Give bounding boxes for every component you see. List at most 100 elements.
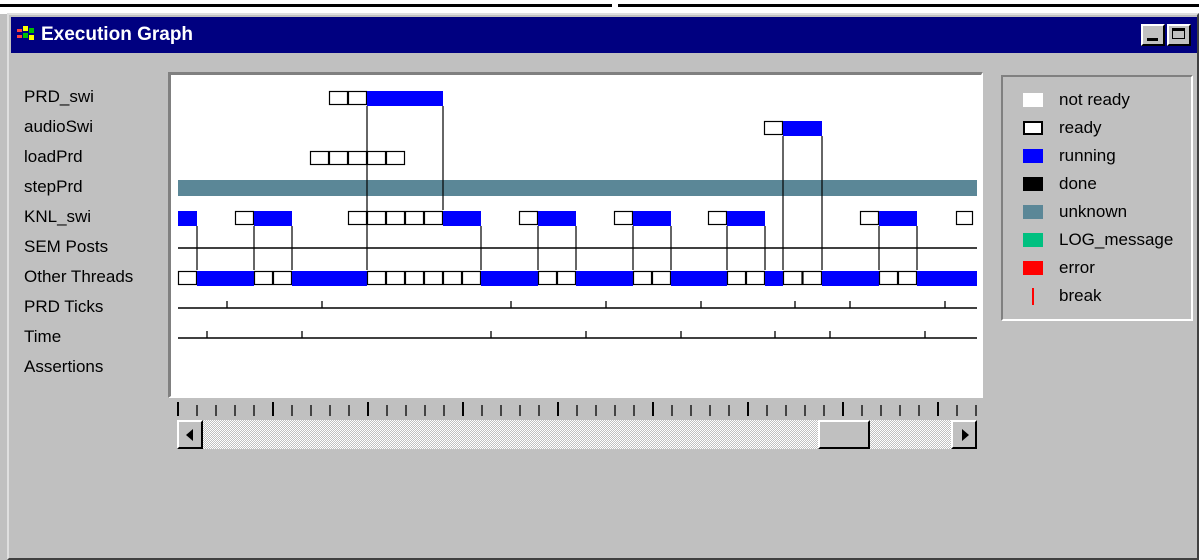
row-label-other-threads: Other Threads (24, 267, 134, 286)
running-segment (727, 211, 765, 226)
running-segment (576, 271, 633, 286)
not-ready-swatch-icon (1023, 93, 1043, 107)
ready-segment (234, 210, 255, 226)
running-segment (633, 211, 671, 226)
background-window-border (0, 4, 612, 7)
title-bar[interactable]: Execution Graph (11, 17, 1197, 53)
unknown-segment (178, 180, 977, 196)
ready-segment (309, 150, 330, 166)
ready-segment (632, 270, 653, 286)
minimize-button[interactable] (1141, 24, 1165, 46)
ready-segment (328, 90, 349, 106)
row-label-loadprd: loadPrd (24, 147, 83, 166)
running-segment (197, 271, 254, 286)
running-segment (765, 271, 783, 286)
row-label-audioswi: audioSwi (24, 117, 93, 136)
row-label-knl-swi: KNL_swi (24, 207, 92, 226)
running-segment (879, 211, 917, 226)
background-window-border (618, 4, 1199, 7)
running-segment (822, 271, 879, 286)
scroll-left-arrow-icon (186, 429, 193, 441)
legend-label: done (1059, 174, 1097, 193)
running-segment (292, 271, 367, 286)
legend-label: break (1059, 286, 1102, 305)
legend-panel: not ready ready running done unknown LOG… (1001, 75, 1193, 321)
ready-swatch-icon (1023, 121, 1043, 135)
legend-label: error (1059, 258, 1095, 277)
legend-label: LOG_message (1059, 230, 1174, 249)
ready-segment (366, 210, 387, 226)
break-marker-icon (1032, 288, 1034, 305)
legend-item-done: done (1023, 173, 1193, 195)
legend-label: not ready (1059, 90, 1130, 109)
unknown-swatch-icon (1023, 205, 1043, 219)
ready-segment (366, 270, 387, 286)
ready-segment (859, 210, 880, 226)
running-segment (671, 271, 727, 286)
running-segment (178, 211, 197, 226)
row-label-assertions: Assertions (24, 357, 104, 376)
ready-segment (347, 90, 368, 106)
maximize-icon (1172, 28, 1185, 39)
execution-graph-canvas[interactable] (171, 75, 981, 396)
legend-item-break: break (1023, 285, 1193, 307)
row-label-sem-posts: SEM Posts (24, 237, 109, 256)
row-label-time: Time (24, 327, 62, 346)
window-title: Execution Graph (41, 24, 194, 45)
ready-segment (385, 150, 406, 166)
ready-segment (366, 150, 387, 166)
ready-segment (461, 270, 482, 286)
ready-segment (782, 270, 803, 286)
ready-segment (347, 210, 368, 226)
ready-segment (707, 210, 728, 226)
execution-graph-plot[interactable] (168, 72, 983, 398)
ready-segment (518, 210, 539, 226)
error-swatch-icon (1023, 261, 1043, 275)
scroll-left-button[interactable] (177, 420, 203, 449)
log-message-swatch-icon (1023, 233, 1043, 247)
ready-segment (328, 150, 349, 166)
ready-segment (763, 120, 784, 136)
ready-segment (423, 270, 444, 286)
legend-item-unknown: unknown (1023, 201, 1193, 223)
legend-item-error: error (1023, 257, 1193, 279)
ready-segment (404, 210, 425, 226)
minimize-icon (1147, 38, 1158, 41)
scroll-right-arrow-icon (962, 429, 969, 441)
ready-segment (442, 270, 463, 286)
legend-label: running (1059, 146, 1116, 165)
execution-graph-app-icon[interactable] (17, 26, 35, 42)
ready-segment (878, 270, 899, 286)
legend-item-ready: ready (1023, 117, 1193, 139)
running-segment (254, 211, 292, 226)
scroll-right-button[interactable] (951, 420, 977, 449)
ready-segment (347, 150, 368, 166)
done-swatch-icon (1023, 177, 1043, 191)
legend-item-running: running (1023, 145, 1193, 167)
running-segment (917, 271, 977, 286)
ready-segment (955, 210, 974, 226)
running-segment (481, 271, 538, 286)
background-window-strip (0, 0, 1199, 14)
running-segment (367, 91, 443, 106)
ready-segment (745, 270, 766, 286)
row-label-prd-ticks: PRD Ticks (24, 297, 104, 316)
legend-item-not-ready: not ready (1023, 89, 1193, 111)
running-segment (783, 121, 822, 136)
running-swatch-icon (1023, 149, 1043, 163)
ready-segment (897, 270, 918, 286)
ready-segment (177, 270, 198, 286)
ready-segment (556, 270, 577, 286)
ready-segment (613, 210, 634, 226)
ready-segment (537, 270, 558, 286)
ready-segment (802, 270, 823, 286)
row-label-prd-swi: PRD_swi (24, 87, 94, 106)
scrollbar-thumb[interactable] (818, 420, 870, 449)
ready-segment (272, 270, 293, 286)
ready-segment (726, 270, 747, 286)
ready-segment (253, 270, 274, 286)
running-segment (538, 211, 576, 226)
legend-item-log-message: LOG_message (1023, 229, 1193, 251)
maximize-button[interactable] (1167, 24, 1191, 46)
horizontal-scrollbar[interactable] (177, 420, 977, 449)
